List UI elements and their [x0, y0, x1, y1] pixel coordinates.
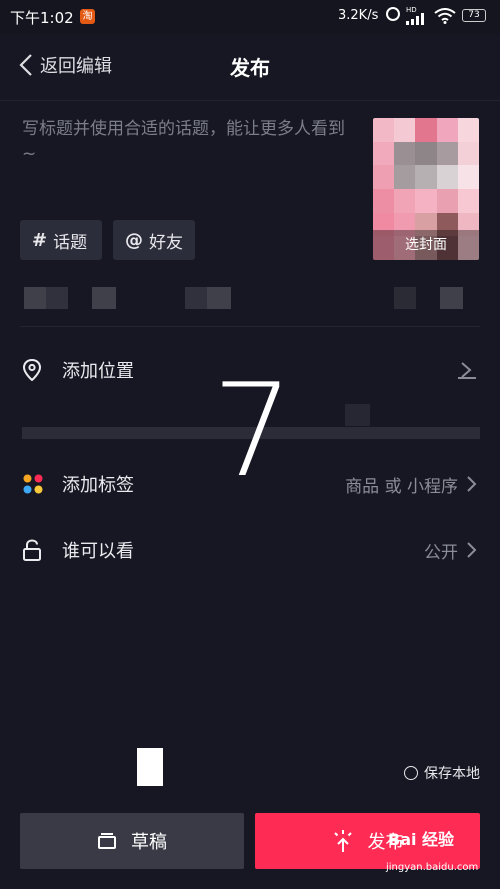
- watermark-url: jingyan.baidu.com: [386, 862, 479, 873]
- chevron-left-icon: [19, 54, 32, 76]
- radio-icon: [404, 766, 418, 780]
- topic-chip-label: 话题: [53, 232, 88, 253]
- watermark-main: Bai 经验: [388, 830, 455, 849]
- back-label: 返回编辑: [40, 56, 112, 77]
- blurred-suggestion: [394, 287, 416, 309]
- friend-chip-label: 好友: [149, 232, 183, 253]
- nav-divider: [0, 100, 500, 101]
- publish-sparkle-icon: [333, 830, 352, 852]
- add-tag-row[interactable]: 添加标签 商品 或 小程序: [0, 462, 500, 506]
- wifi-icon: [434, 8, 456, 24]
- blurred-suggestion: [440, 287, 463, 309]
- colorful-dots-icon: [23, 474, 43, 494]
- visibility-value: 公开: [424, 542, 458, 563]
- caption-input[interactable]: 写标题并使用合适的话题，能让更多人看到~: [22, 117, 357, 167]
- unlock-icon: [23, 539, 41, 561]
- blurred-suggestion: [207, 287, 231, 309]
- chevron-right-icon: [467, 542, 477, 558]
- add-tag-label: 添加标签: [62, 475, 134, 496]
- taobao-notification-icon: 淘: [80, 9, 95, 24]
- draft-label: 草稿: [131, 832, 167, 853]
- blurred-suggestion: [345, 404, 370, 426]
- save-local-toggle[interactable]: 保存本地: [404, 763, 480, 783]
- hashtag-icon: #: [32, 229, 48, 251]
- blurred-suggestion: [92, 287, 116, 309]
- status-time: 下午1:02: [10, 9, 74, 27]
- topic-chip-button[interactable]: # 话题: [20, 220, 102, 260]
- blurred-suggestion: [24, 287, 46, 309]
- draft-box-icon: [98, 833, 116, 849]
- add-location-label: 添加位置: [62, 361, 134, 382]
- visibility-row[interactable]: 谁可以看 公开: [0, 528, 500, 572]
- blurred-suggestion: [185, 287, 207, 309]
- alarm-icon: [386, 7, 400, 21]
- baidu-watermark: Bai 经验: [388, 826, 454, 850]
- network-speed: 3.2K/s: [338, 8, 379, 23]
- visibility-label: 谁可以看: [62, 541, 134, 562]
- back-to-edit-button[interactable]: 返回编辑: [18, 50, 112, 80]
- add-tag-value: 商品 或 小程序: [345, 476, 458, 497]
- blurred-suggestion: [46, 287, 68, 309]
- location-pin-icon: [22, 359, 42, 381]
- chevron-right-icon: [467, 476, 477, 492]
- save-local-label: 保存本地: [424, 766, 480, 782]
- draft-button[interactable]: 草稿: [20, 813, 244, 869]
- section-divider: [20, 326, 480, 327]
- signal-icon: [406, 13, 424, 25]
- select-cover-label: 选封面: [373, 230, 479, 260]
- friend-chip-button[interactable]: @ 好友: [113, 220, 195, 260]
- white-artifact: [137, 748, 163, 786]
- cover-thumbnail[interactable]: 选封面: [373, 118, 479, 260]
- at-icon: @: [125, 229, 143, 251]
- chevron-right-icon: [458, 362, 476, 379]
- battery-indicator: 73: [462, 9, 486, 22]
